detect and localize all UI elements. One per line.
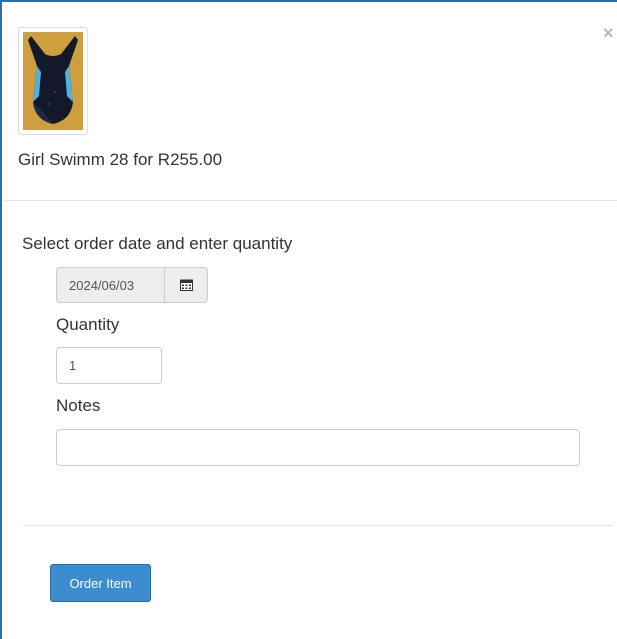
quantity-label: Quantity — [56, 315, 120, 334]
calendar-button[interactable] — [164, 267, 208, 303]
order-date-picker — [56, 267, 208, 303]
product-title: Girl Swimm 28 for R255.00 — [18, 150, 223, 169]
instruction-text: Select order date and enter quantity — [22, 234, 293, 253]
swimsuit-image — [23, 32, 83, 130]
order-date-input[interactable] — [56, 267, 164, 303]
notes-label: Notes — [56, 396, 101, 415]
footer-divider — [23, 525, 613, 526]
order-modal: × Girl Swimm 28 for R255.00 Select order… — [0, 0, 617, 639]
notes-input[interactable] — [56, 429, 580, 466]
product-thumbnail — [18, 27, 88, 135]
quantity-input[interactable] — [56, 347, 162, 384]
calendar-icon — [179, 279, 193, 291]
header-divider — [4, 200, 617, 201]
order-item-button[interactable]: Order Item — [50, 564, 151, 602]
close-button[interactable]: × — [603, 24, 614, 42]
